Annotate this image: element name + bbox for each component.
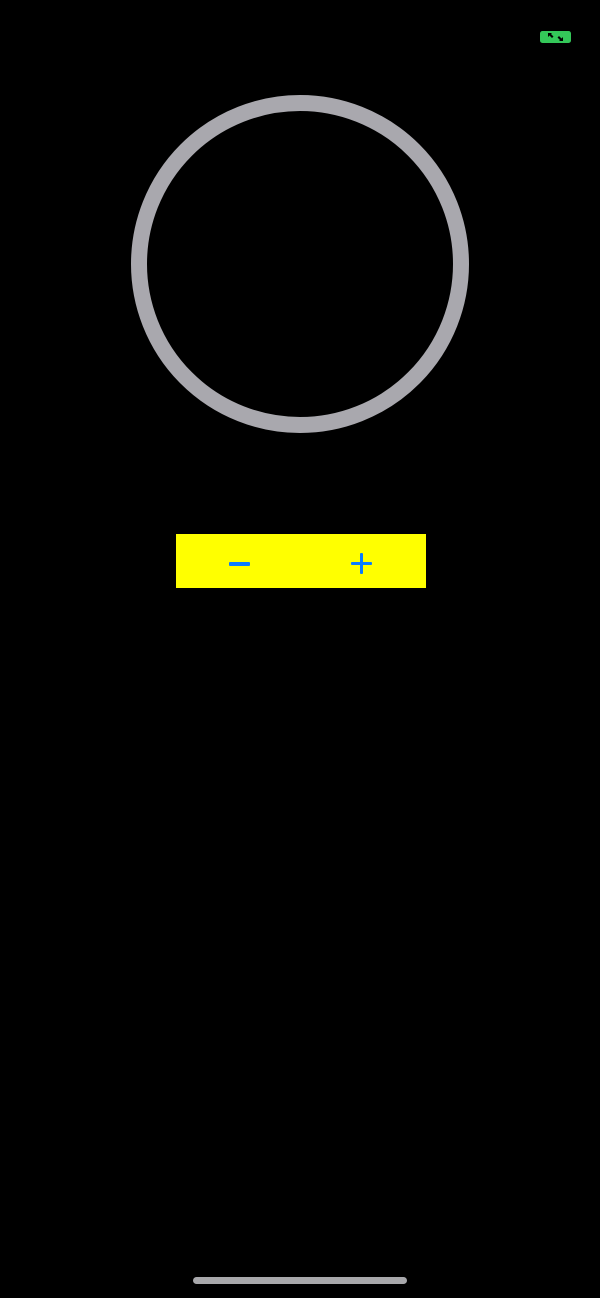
decrement-button[interactable] [176,534,301,588]
increment-button[interactable] [301,534,426,588]
stepper [176,534,426,588]
charging-arrows-icon [540,31,571,43]
app-screen [0,0,600,1298]
progress-ring [131,95,469,433]
minus-icon [229,562,250,566]
home-indicator[interactable] [193,1277,407,1284]
progress-ring-track [131,95,469,433]
